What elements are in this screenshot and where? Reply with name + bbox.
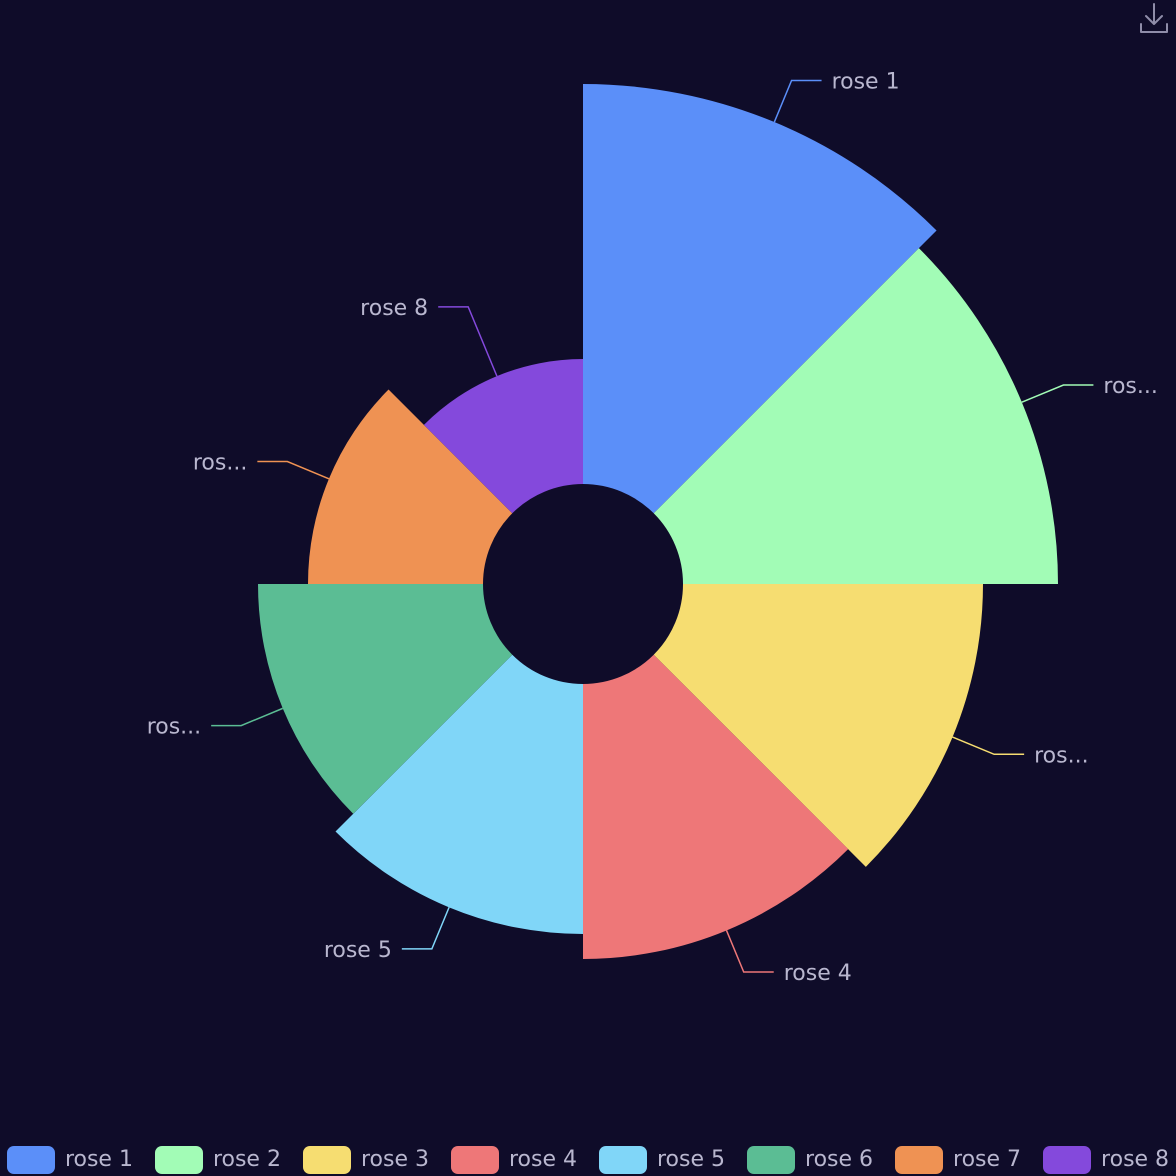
legend-label: rose 7 xyxy=(953,1147,1022,1172)
legend-item-1[interactable]: rose 1 xyxy=(6,1146,133,1174)
leader-line-2 xyxy=(1021,384,1094,403)
legend-label: rose 6 xyxy=(805,1147,874,1172)
chart-container: rose 1 ros... ros... rose 4 rose 5 ros... ros.… xyxy=(0,0,1176,1176)
legend-item-4[interactable]: rose 4 xyxy=(450,1146,577,1174)
leader-line-5 xyxy=(401,907,450,950)
outer-label-2: ros... xyxy=(1103,374,1157,399)
legend-item-7[interactable]: rose 7 xyxy=(895,1146,1021,1174)
legend-item-3[interactable]: rose 3 xyxy=(302,1146,429,1174)
legend-label: rose 2 xyxy=(212,1147,281,1172)
leader-line-8 xyxy=(438,306,498,377)
legend-swatch xyxy=(450,1146,499,1174)
legend-swatch xyxy=(302,1146,351,1174)
outer-label-7: ros... xyxy=(193,451,247,476)
outer-label-4: rose 4 xyxy=(784,961,852,986)
legend-swatch xyxy=(1043,1146,1092,1174)
legend-item-5[interactable]: rose 5 xyxy=(599,1146,725,1174)
legend-swatch xyxy=(154,1146,203,1174)
leader-line-7 xyxy=(257,460,330,480)
outer-label-3: ros... xyxy=(1034,743,1088,768)
legend-item-6[interactable]: rose 6 xyxy=(747,1146,873,1174)
leader-line-3 xyxy=(952,736,1025,756)
legend-swatch xyxy=(895,1146,944,1174)
rose-sectors xyxy=(258,84,1058,959)
legend-label: rose 5 xyxy=(657,1147,726,1172)
legend-label: rose 8 xyxy=(1101,1147,1170,1172)
outer-label-5: rose 5 xyxy=(324,938,392,963)
legend-item-8[interactable]: rose 8 xyxy=(1043,1146,1169,1174)
outer-label-8: rose 8 xyxy=(360,296,428,321)
outer-label-1: rose 1 xyxy=(832,69,900,94)
legend-label: rose 3 xyxy=(360,1147,429,1172)
leader-line-6 xyxy=(211,707,284,727)
download-button[interactable] xyxy=(1136,0,1172,36)
legend: rose 1 rose 2 rose 3 rose 4 rose 5 rose 6 rose… xyxy=(0,1144,1176,1176)
leader-line-1 xyxy=(773,79,822,123)
legend-item-2[interactable]: rose 2 xyxy=(154,1146,281,1174)
rose-chart: rose 1 ros... ros... rose 4 rose 5 ros... ros.… xyxy=(147,69,1158,986)
leader-line-4 xyxy=(725,930,774,973)
download-icon xyxy=(1140,3,1168,33)
legend-swatch xyxy=(599,1146,647,1174)
outer-label-6: ros... xyxy=(147,715,201,740)
legend-swatch xyxy=(6,1146,55,1174)
legend-swatch xyxy=(747,1146,796,1174)
legend-label: rose 4 xyxy=(508,1147,577,1172)
legend-label: rose 1 xyxy=(64,1147,133,1172)
